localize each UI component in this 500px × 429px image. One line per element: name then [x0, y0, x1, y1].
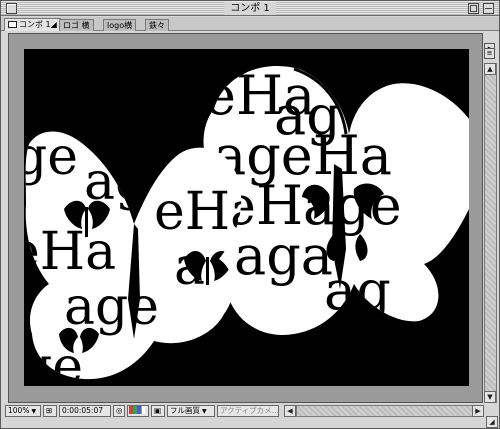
region-of-interest-icon[interactable]: ⊞	[43, 405, 57, 417]
camera-value: アクティブカメ…	[220, 406, 279, 415]
chevron-down-icon: ▼	[31, 408, 37, 415]
tab-label: ロゴ 横	[63, 21, 90, 30]
svg-text:aga: aga	[234, 224, 333, 287]
tab-tetsu[interactable]: 鉄々	[145, 19, 169, 31]
scroll-left-icon[interactable]: ◀	[284, 405, 296, 417]
zoom-box-icon[interactable]	[468, 3, 479, 14]
vertical-scrollbar[interactable]: ▲ ▼	[484, 63, 497, 403]
svg-text:ge: ge	[24, 127, 78, 187]
resize-grip-icon[interactable]: ◢	[486, 416, 498, 428]
tab-bar: コンポ 1◢ ロゴ 横 logo横 鉄々	[1, 17, 499, 31]
zoom-dropdown[interactable]: 100% ▼	[5, 405, 41, 417]
comp-viewer[interactable]: eHa ag ageHa eHage aga ag	[8, 33, 483, 403]
svg-text:ge: ge	[24, 337, 83, 386]
tab-logo-yoko[interactable]: logo横	[103, 19, 137, 31]
panel-options-icon[interactable]: ≡	[484, 48, 495, 59]
close-box-icon[interactable]	[6, 3, 17, 14]
tab-logo-horizontal[interactable]: ロゴ 横	[59, 19, 94, 31]
composition-window: コンポ 1 コンポ 1◢ ロゴ 横 logo横 鉄々 ▸	[0, 0, 500, 429]
chevron-down-icon: ▼	[202, 408, 207, 415]
tab-label: コンポ 1	[19, 20, 51, 29]
comp-canvas[interactable]: eHa ag ageHa eHage aga ag	[24, 49, 469, 386]
tab-comp-1[interactable]: コンポ 1◢	[4, 18, 61, 31]
resolution-dropdown[interactable]: フル画質 ▼	[167, 405, 215, 417]
composition-icon	[8, 21, 17, 28]
scroll-down-icon[interactable]: ▼	[484, 391, 496, 403]
svg-text:eHa: eHa	[24, 222, 116, 282]
butterfly-artwork: eHa ag ageHa eHage aga ag	[24, 65, 469, 386]
resolution-value: フル画質	[170, 406, 200, 415]
camera-dropdown[interactable]: アクティブカメ…▼	[217, 405, 279, 417]
window-title: コンポ 1	[224, 2, 276, 15]
color-channels-button[interactable]	[127, 405, 149, 417]
snapshot-icon[interactable]: ◎	[113, 405, 125, 417]
alpha-channel-icon	[141, 406, 145, 414]
svg-text:age: age	[64, 277, 159, 337]
title-bar[interactable]: コンポ 1	[1, 1, 499, 16]
collapse-box-icon[interactable]	[483, 3, 494, 14]
tab-label: 鉄々	[149, 21, 165, 30]
svg-text:ag: ag	[324, 259, 391, 322]
grid-toggle-icon[interactable]: ▣	[151, 405, 165, 417]
scroll-right-icon[interactable]: ▶	[472, 405, 484, 417]
timecode-display[interactable]: 0:00:05:07	[59, 405, 111, 417]
tab-options-icon[interactable]: ◢	[51, 19, 57, 30]
zoom-value: 100%	[8, 406, 30, 415]
scroll-up-icon[interactable]: ▲	[484, 63, 496, 75]
tab-label: logo横	[107, 21, 133, 30]
timecode-value: 0:00:05:07	[62, 406, 103, 415]
horizontal-scrollbar[interactable]: ◀ ▶	[284, 405, 484, 417]
